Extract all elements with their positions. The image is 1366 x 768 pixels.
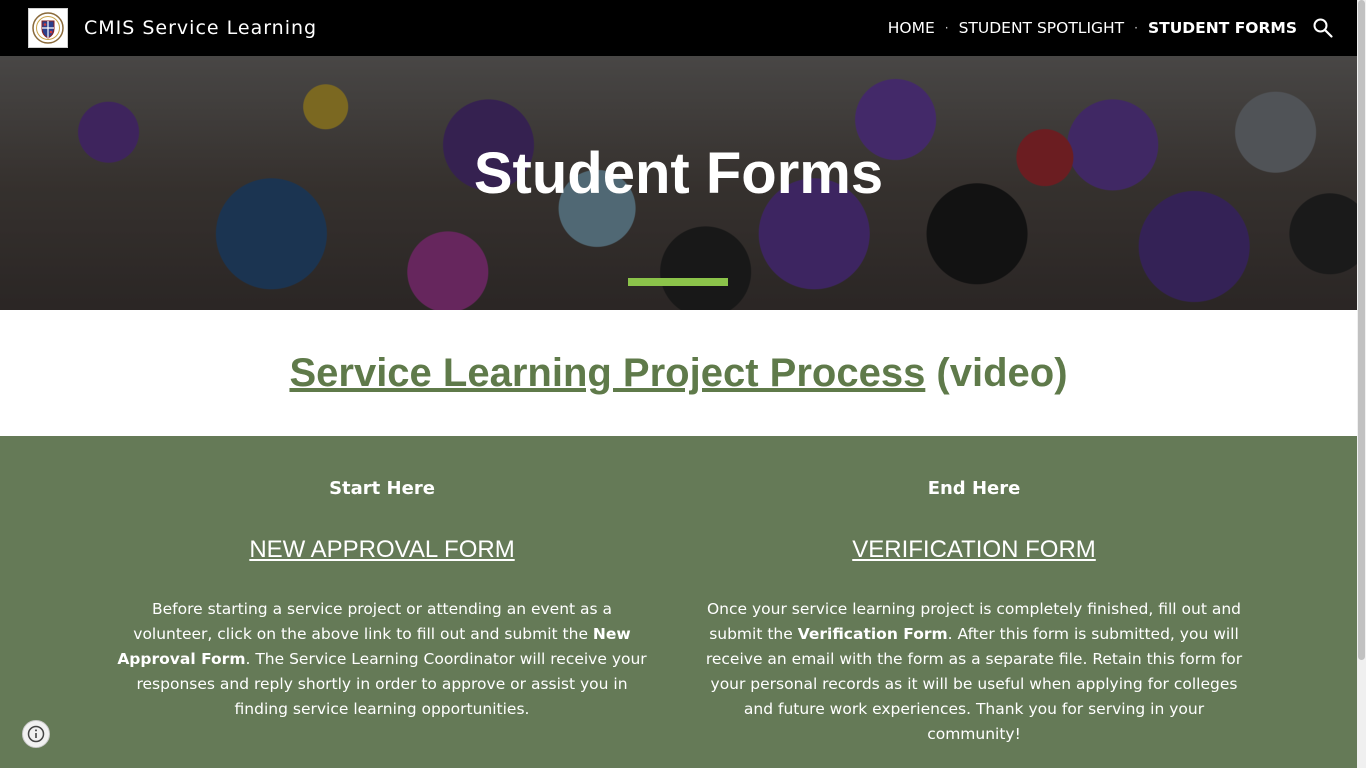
start-here-description: Before starting a service project or att…: [110, 597, 654, 722]
title-accent-bar: [628, 278, 728, 286]
new-approval-form-link[interactable]: NEW APPROVAL FORM: [249, 536, 514, 563]
description-bold: Verification Form: [797, 625, 948, 643]
school-crest-logo: [32, 12, 64, 44]
scrollbar-thumb[interactable]: [1358, 0, 1365, 660]
video-suffix: (video): [925, 351, 1068, 395]
search-button[interactable]: [1311, 16, 1335, 40]
nav-item-home[interactable]: HOME: [888, 19, 935, 37]
forms-section: Start Here NEW APPROVAL FORM Before star…: [0, 436, 1357, 768]
video-section: Service Learning Project Process (video): [0, 310, 1357, 436]
nav-item-student-forms[interactable]: STUDENT FORMS: [1148, 19, 1297, 37]
top-nav-bar: CMIS Service Learning HOME · STUDENT SPO…: [0, 0, 1357, 56]
end-here-heading: End Here: [927, 478, 1021, 499]
search-icon: [1313, 18, 1333, 38]
description-text: Before starting a service project or att…: [133, 600, 613, 643]
main-nav: HOME · STUDENT SPOTLIGHT · STUDENT FORMS: [888, 0, 1297, 56]
page-title: Student Forms: [473, 141, 884, 206]
end-here-description: Once your service learning project is co…: [700, 597, 1248, 747]
hero-banner: Student Forms: [0, 56, 1357, 310]
site-info-button[interactable]: [22, 720, 50, 748]
site-logo[interactable]: [28, 8, 68, 48]
nav-item-student-spotlight[interactable]: STUDENT SPOTLIGHT: [959, 19, 1125, 37]
start-here-heading: Start Here: [329, 478, 435, 499]
video-heading: Service Learning Project Process (video): [0, 348, 1357, 398]
verification-form-heading: VERIFICATION FORM: [700, 536, 1248, 564]
nav-separator: ·: [1134, 21, 1138, 35]
site-title[interactable]: CMIS Service Learning: [84, 0, 317, 56]
verification-form-link[interactable]: VERIFICATION FORM: [852, 536, 1096, 563]
vertical-scrollbar[interactable]: [1357, 0, 1366, 768]
new-approval-form-heading: NEW APPROVAL FORM: [110, 536, 654, 564]
info-icon: [27, 725, 45, 743]
nav-separator: ·: [944, 21, 949, 35]
video-link[interactable]: Service Learning Project Process: [289, 351, 925, 395]
